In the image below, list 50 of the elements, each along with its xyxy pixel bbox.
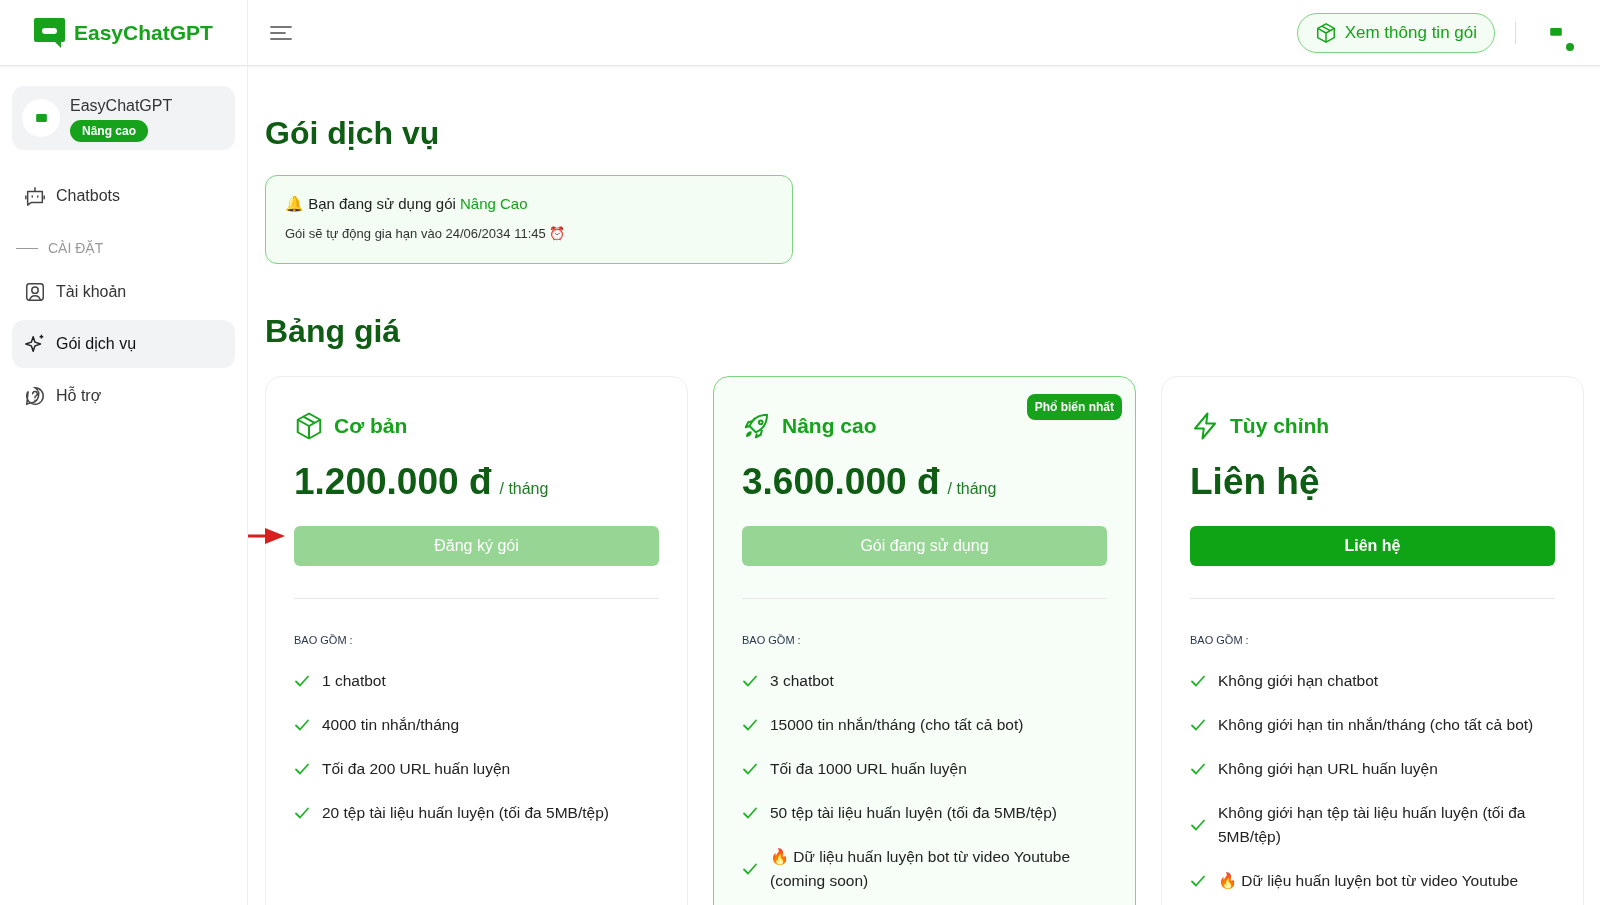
logo-text: EasyChatGPT (74, 19, 213, 46)
help-icon (24, 385, 46, 407)
plan-name: Nâng cao (782, 413, 877, 440)
includes-label: BAO GỒM : (294, 633, 354, 648)
feature-text: 20 tệp tài liệu huấn luyện (tối đa 5MB/tệp) (322, 802, 609, 823)
feature-text: 1 chatbot (322, 670, 386, 691)
notice-text: 🔔 Bạn đang sử dụng gói Nâng Cao (285, 194, 529, 214)
logo-icon (35, 114, 47, 122)
plan-price: 1.200.000 đ (294, 463, 492, 500)
annotation-arrow (248, 528, 285, 544)
feature-text: 15000 tin nhắn/tháng (cho tất cả bot) (770, 714, 1024, 735)
plan-name: Tùy chỉnh (1230, 413, 1330, 440)
includes-label: BAO GỒM : (1190, 633, 1250, 648)
feature-text: 🔥 Dữ liệu huấn luyện bot từ video Youtube (coming soon) (770, 846, 1071, 891)
feature-text: 🔥 Dữ liệu huấn luyện bot từ video Youtube (1218, 870, 1518, 891)
user-icon (24, 281, 46, 303)
sidebar-item[interactable]: Gói dịch vụ (12, 320, 235, 368)
price-period: / tháng (499, 479, 549, 499)
renewal-text: Gói sẽ tự động gia hạn vào 24/06/2034 11:45 ⏰ (285, 224, 567, 243)
feature-text: 3 chatbot (770, 670, 834, 691)
section-label: CÀI ĐẶT (48, 238, 104, 258)
feature-text: Không giới hạn tệp tài liệu huấn luyện (tối đa 5MB/tệp) (1218, 802, 1527, 847)
menu-icon[interactable] (270, 24, 292, 41)
popular-badge: Phổ biến nhất (1026, 394, 1122, 420)
logo-icon (33, 16, 66, 49)
plan-price: Liên hệ (1190, 463, 1320, 500)
feature-text: Tối đa 1000 URL huấn luyện (770, 758, 967, 779)
feature-text: Không giới hạn URL huấn luyện (1218, 758, 1438, 779)
feature-text: 50 tệp tài liệu huấn luyện (tối đa 5MB/tệp) (770, 802, 1057, 823)
feature-text: Không giới hạn chatbot (1218, 670, 1379, 691)
robot-icon (24, 185, 46, 207)
sparkle-icon (24, 333, 46, 355)
sidebar-item[interactable]: Chatbots (12, 172, 235, 220)
sidebar-item[interactable]: Tài khoản (12, 268, 235, 316)
plan-badge: Nâng cao (70, 120, 148, 142)
profile-card[interactable]: EasyChatGPT Nâng cao (12, 86, 235, 150)
sidebar-item[interactable]: Hỗ trợ (12, 372, 235, 420)
price-period: / tháng (947, 479, 997, 499)
page-title: Gói dịch vụ (265, 114, 441, 153)
feature-text: Không giới hạn tin nhắn/tháng (cho tất cả bot) (1218, 714, 1534, 735)
feature-text: 4000 tin nhắn/tháng (322, 714, 460, 735)
plan-price: 3.600.000 đ (742, 463, 940, 500)
cube-icon (1314, 21, 1337, 44)
logo-icon (1550, 28, 1562, 37)
plan-name: Cơ bản (334, 413, 408, 440)
includes-label: BAO GỒM : (742, 633, 802, 648)
profile-name: EasyChatGPT (70, 96, 173, 116)
cube-icon (294, 411, 324, 441)
section-title: Bảng giá (265, 312, 402, 351)
feature-text: Tối đa 200 URL huấn luyện (322, 758, 511, 779)
